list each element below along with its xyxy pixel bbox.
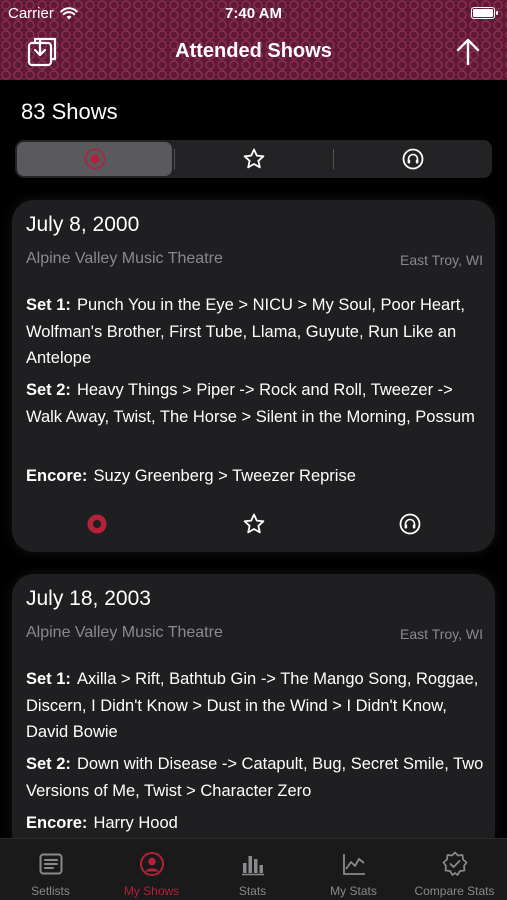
status-bar: Carrier 7:40 AM	[0, 0, 507, 28]
tab-bar: Setlists My Shows Stats My Stats Compare…	[0, 838, 507, 900]
tab-compare-stats[interactable]: Compare Stats	[404, 839, 505, 900]
page-title: Attended Shows	[175, 40, 332, 62]
tab-label: Setlists	[31, 884, 70, 898]
set-row: Set 2: Heavy Things > Piper -> Rock and R…	[26, 377, 486, 430]
set-row: Set 1: Axilla > Rift, Bathtub Gin -> The …	[26, 666, 486, 746]
set-songs: Suzy Greenberg > Tweezer Reprise	[93, 467, 356, 485]
shows-count: 83 Shows	[21, 99, 118, 124]
show-venue: Alpine Valley Music Theatre	[26, 250, 223, 267]
tab-stats[interactable]: Stats	[202, 839, 303, 900]
star-icon	[243, 513, 265, 534]
segment-divider	[333, 149, 334, 169]
set-songs: Down with Disease -> Catapult, Bug, Secr…	[26, 755, 484, 800]
star-icon	[243, 148, 264, 169]
headphones-icon	[399, 513, 421, 535]
show-card[interactable]: July 8, 2000 Alpine Valley Music Theatre…	[12, 200, 495, 552]
set-row: Set 2: Down with Disease -> Catapult, Bug…	[26, 751, 486, 804]
tab-label: Compare Stats	[414, 884, 495, 898]
segment-attended[interactable]	[17, 142, 172, 176]
list-icon	[39, 853, 63, 875]
checkmark-seal-icon	[442, 851, 468, 876]
record-icon	[87, 514, 107, 534]
segment-favorites[interactable]	[176, 142, 331, 176]
listen-button[interactable]	[395, 509, 425, 539]
set-label: Encore:	[26, 467, 88, 485]
show-date: July 18, 2003	[26, 587, 151, 610]
show-city: East Troy, WI	[400, 626, 483, 642]
card-actions	[12, 509, 495, 539]
headphones-icon	[402, 148, 423, 170]
tab-setlists[interactable]: Setlists	[0, 839, 101, 900]
set-songs: Punch You in the Eye > NICU > My Soul, P…	[26, 296, 465, 367]
set-songs: Heavy Things > Piper -> Rock and Roll, T…	[26, 381, 475, 426]
attended-toggle[interactable]	[82, 509, 112, 539]
set-row: Encore: Suzy Greenberg > Tweezer Reprise	[26, 463, 486, 490]
tab-label: My Stats	[330, 884, 377, 898]
tab-my-shows[interactable]: My Shows	[101, 839, 202, 900]
status-time: 7:40 AM	[225, 5, 282, 22]
segment-listened[interactable]	[335, 142, 490, 176]
favorite-toggle[interactable]	[239, 509, 269, 539]
battery-icon	[471, 7, 498, 19]
set-label: Set 1:	[26, 296, 71, 314]
arrow-up-icon[interactable]	[455, 38, 481, 66]
tab-my-stats[interactable]: My Stats	[303, 839, 404, 900]
record-icon	[84, 148, 105, 170]
tab-label: Stats	[238, 884, 267, 898]
set-label: Set 2:	[26, 381, 71, 399]
show-date: July 8, 2000	[26, 213, 140, 236]
filter-segmented-control	[15, 140, 492, 178]
show-venue: Alpine Valley Music Theatre	[26, 624, 223, 641]
show-city: East Troy, WI	[400, 252, 483, 268]
set-label: Encore:	[26, 814, 88, 832]
line-chart-icon	[343, 854, 365, 875]
set-row: Encore: Harry Hood	[26, 810, 486, 837]
set-songs: Harry Hood	[93, 814, 178, 832]
tab-label: My Shows	[123, 884, 180, 898]
set-row: Set 1: Punch You in the Eye > NICU > My S…	[26, 292, 486, 372]
set-label: Set 2:	[26, 755, 71, 773]
segment-divider	[174, 149, 175, 169]
set-songs: Axilla > Rift, Bathtub Gin -> The Mango …	[26, 670, 479, 741]
nav-header: Carrier 7:40 AM Attended Shows	[0, 0, 507, 80]
set-label: Set 1:	[26, 670, 71, 688]
bar-chart-icon	[242, 856, 264, 876]
person-icon	[140, 852, 164, 876]
show-card[interactable]: July 18, 2003 Alpine Valley Music Theatr…	[12, 574, 495, 854]
